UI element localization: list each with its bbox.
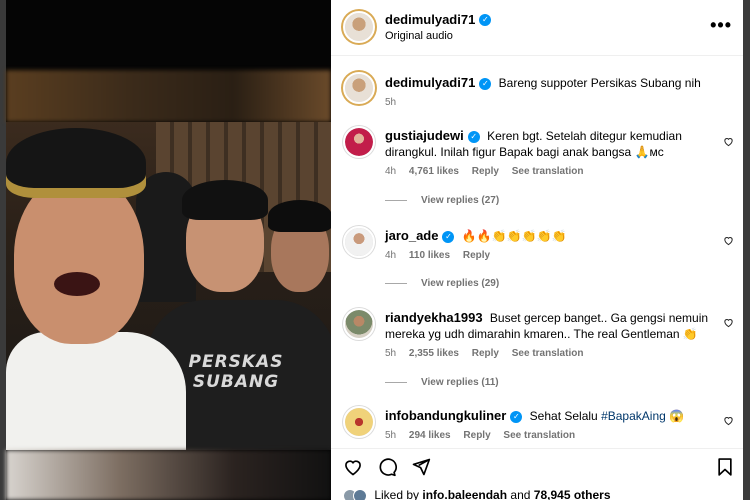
liked-by-prefix: Liked by — [374, 488, 420, 500]
author-avatar[interactable] — [343, 11, 375, 43]
liker-avatar — [353, 488, 367, 500]
comment-time: 4h — [385, 250, 397, 261]
heart-icon[interactable] — [343, 457, 363, 477]
verified-icon: ✓ — [442, 230, 455, 243]
share-icon[interactable] — [411, 457, 431, 477]
comment-likes[interactable]: 294 likes — [409, 430, 451, 441]
media-blur-top — [6, 0, 331, 70]
liked-by-and: and — [510, 488, 531, 500]
more-options-icon[interactable]: ••• — [710, 16, 732, 34]
caption-username[interactable]: dedimulyadi71 — [385, 75, 475, 90]
view-replies-button[interactable]: View replies (29) — [385, 278, 499, 289]
comment-body: gustiajudewi ✓ Keren bgt. Setelah ditegur… — [385, 128, 705, 160]
comment-username[interactable]: gustiajudewi — [385, 128, 464, 143]
comment-text-prefix: Sehat Selalu — [529, 409, 598, 423]
person-right-hair — [268, 200, 331, 232]
commenter-avatar[interactable] — [343, 226, 375, 258]
replies-line — [385, 381, 407, 383]
comment-likes[interactable]: 2,355 likes — [409, 348, 459, 359]
comment-time: 5h — [385, 348, 397, 359]
post-panel: dedimulyadi71 ✓ Original audio ••• dedimu… — [331, 0, 750, 500]
liked-by-summary: Liked by info.baleendah and 78,945 other… — [343, 488, 611, 500]
reply-button[interactable]: Reply — [472, 348, 499, 359]
commenter-avatar[interactable] — [343, 126, 375, 158]
view-replies-label: View replies (11) — [421, 377, 499, 388]
comment-text: 🔥🔥👏👏👏👏👏 — [461, 229, 567, 243]
heart-icon[interactable] — [723, 235, 734, 246]
post-media[interactable]: PERSKAS SUBANG — [0, 0, 331, 500]
comment-body: jaro_ade ✓ 🔥🔥👏👏👏👏👏 — [385, 228, 715, 244]
person-middle-hair — [182, 180, 268, 220]
media-blur-bottom — [6, 450, 331, 500]
comment-meta: 4h 4,761 likes Reply See translation — [385, 166, 593, 177]
comment-time: 4h — [385, 166, 397, 177]
view-replies-button[interactable]: View replies (27) — [385, 195, 499, 206]
hashtag-link[interactable]: #BapakAing — [601, 409, 666, 423]
comment-likes[interactable]: 110 likes — [409, 250, 450, 261]
reply-button[interactable]: Reply — [463, 430, 490, 441]
caption-body: dedimulyadi71 ✓ Bareng suppoter Persikas … — [385, 75, 715, 91]
see-translation-link[interactable]: See translation — [503, 430, 575, 441]
comment-body: infobandungkuliner ✓ Sehat Selalu #BapakA… — [385, 408, 715, 424]
view-replies-label: View replies (29) — [421, 278, 500, 289]
commenter-avatar[interactable] — [343, 406, 375, 438]
replies-line — [385, 282, 407, 284]
comment-body: riandyekha1993 Buset gercep banget.. Ga … — [385, 310, 715, 342]
shirt-print-line2: SUBANG — [192, 372, 280, 392]
caption-text: Bareng suppoter Persikas Subang nih — [498, 76, 701, 90]
comment-meta: 5h 294 likes Reply See translation — [385, 430, 585, 441]
caption-meta: 5h — [385, 97, 406, 108]
media-blur-band — [6, 70, 331, 122]
commenter-avatar[interactable] — [343, 308, 375, 340]
comment-time: 5h — [385, 430, 397, 441]
verified-icon: ✓ — [467, 130, 480, 143]
author-username[interactable]: dedimulyadi71 — [385, 12, 475, 27]
view-replies-label: View replies (27) — [421, 195, 500, 206]
page-scroll-edge — [743, 0, 750, 500]
caption-avatar[interactable] — [343, 72, 375, 104]
person-left-headband — [6, 128, 146, 198]
comment-likes[interactable]: 4,761 likes — [409, 166, 459, 177]
person-left-face — [14, 174, 144, 344]
shirt-print-line1: PERSKAS — [188, 352, 284, 372]
heart-icon[interactable] — [723, 317, 734, 328]
reply-button[interactable]: Reply — [472, 166, 499, 177]
see-translation-link[interactable]: See translation — [512, 166, 584, 177]
liked-by-user[interactable]: info.baleendah — [422, 488, 507, 500]
comment-meta: 5h 2,355 likes Reply See translation — [385, 348, 593, 359]
view-replies-button[interactable]: View replies (11) — [385, 377, 499, 388]
see-translation-link[interactable]: See translation — [512, 348, 584, 359]
heart-icon[interactable] — [723, 136, 734, 147]
comment-username[interactable]: infobandungkuliner — [385, 408, 506, 423]
verified-icon: ✓ — [479, 13, 492, 26]
verified-icon: ✓ — [479, 77, 492, 90]
comment-emoji: 😱 — [669, 409, 685, 423]
shirt-print: PERSKAS SUBANG — [166, 352, 306, 392]
liked-by-others[interactable]: 78,945 others — [534, 488, 611, 500]
comment-username[interactable]: jaro_ade — [385, 228, 438, 243]
heart-icon[interactable] — [723, 415, 734, 426]
person-left-mouth — [54, 272, 100, 296]
verified-icon: ✓ — [510, 410, 523, 423]
bookmark-icon[interactable] — [715, 457, 735, 477]
post-header: dedimulyadi71 ✓ Original audio ••• — [331, 0, 750, 56]
audio-label[interactable]: Original audio — [385, 30, 453, 42]
replies-line — [385, 199, 407, 201]
comment-meta: 4h 110 likes Reply — [385, 250, 500, 261]
video-frame[interactable]: PERSKAS SUBANG — [6, 122, 331, 450]
person-left-body — [6, 332, 186, 450]
caption-time: 5h — [385, 97, 397, 108]
comment-username[interactable]: riandyekha1993 — [385, 310, 483, 325]
reply-button[interactable]: Reply — [463, 250, 490, 261]
comment-icon[interactable] — [377, 457, 397, 477]
